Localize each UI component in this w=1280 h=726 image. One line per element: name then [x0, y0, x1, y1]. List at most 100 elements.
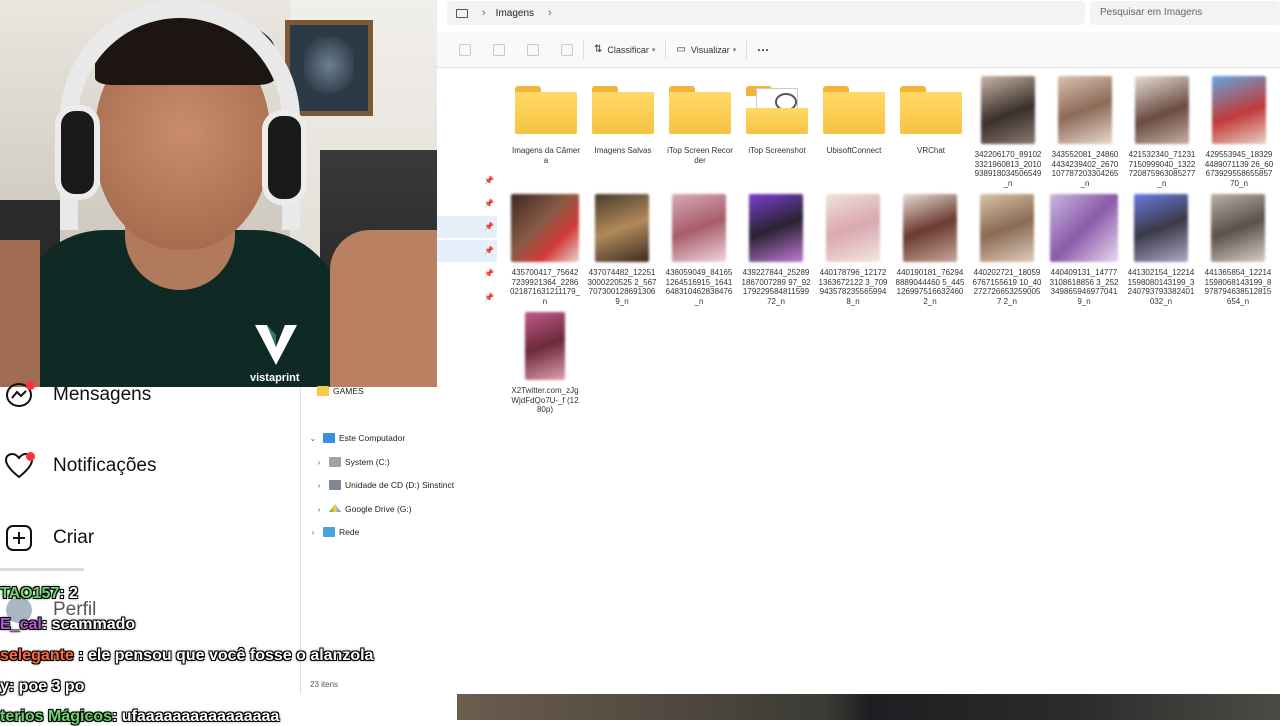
- tree-item-label: GAMES: [333, 386, 364, 396]
- image-file-item[interactable]: 429553945_183294489071139 26_60673929558…: [1204, 76, 1274, 188]
- tree-item-google-drive[interactable]: › Google Drive (G:): [313, 499, 412, 519]
- background-video-strip: [457, 694, 1280, 720]
- monitor-icon: [456, 8, 468, 18]
- chevron-right-icon[interactable]: ›: [313, 505, 325, 514]
- pin-icon[interactable]: 📌: [484, 199, 494, 208]
- image-file-item[interactable]: 440202721_180596767155619 10_40272726653…: [972, 194, 1042, 306]
- file-label: 429553945_183294489071139 26_60673929558…: [1204, 150, 1274, 188]
- file-label: 421532340_712317150999040_13227208759630…: [1128, 150, 1196, 188]
- status-bar: 23 itens: [310, 680, 339, 689]
- file-label: 439227844_252891867007289 97_92179229584…: [741, 268, 811, 306]
- image-file-item[interactable]: 440409131_147773108618856 3_252349865946…: [1049, 194, 1119, 306]
- chevron-right-icon[interactable]: ›: [313, 481, 325, 490]
- image-thumbnail: [981, 76, 1035, 144]
- tree-item-system-c[interactable]: › System (C:): [313, 452, 390, 472]
- image-thumbnail: [1212, 76, 1266, 144]
- chat-message: y: poe 3 po: [0, 678, 84, 696]
- file-label: 441365854_122141598068143199_89787946385…: [1204, 268, 1272, 306]
- headset-earcup-right: [262, 110, 307, 205]
- notification-dot: [26, 381, 35, 390]
- image-file-item[interactable]: 437074482_122513000220525 2_567707300128…: [587, 194, 657, 306]
- chevron-down-icon[interactable]: ⌄: [307, 434, 319, 443]
- chevron-right-icon: ›: [482, 7, 486, 19]
- folder-label: VRChat: [916, 146, 945, 155]
- view-label: Visualizar: [690, 44, 730, 55]
- sort-button[interactable]: ⇅ Classificar ▾: [594, 44, 655, 55]
- chat-message: selegante : ele pensou que você fosse o …: [0, 647, 373, 665]
- toolbar-divider: [583, 40, 584, 59]
- folder-label: Imagens Salvas: [594, 146, 652, 155]
- new-icon[interactable]: [459, 43, 471, 56]
- folder-icon: [900, 86, 962, 134]
- pin-icon[interactable]: 📌: [484, 222, 494, 231]
- image-file-item[interactable]: 441302154_122141598080143199_32407937933…: [1126, 194, 1196, 306]
- folder-icon: [592, 86, 654, 134]
- shirt-brand-text: vistaprint: [250, 372, 300, 384]
- chevron-right-icon: ›: [548, 7, 552, 19]
- tree-item-rede[interactable]: › Rede: [307, 522, 359, 542]
- sidebar-item-mensagens[interactable]: Mensagens: [0, 375, 151, 415]
- folder-with-preview-icon: [746, 86, 808, 134]
- tree-item-este-computador[interactable]: ⌄ Este Computador: [307, 428, 405, 448]
- image-thumbnail: [511, 194, 579, 262]
- copy-icon[interactable]: [493, 43, 505, 56]
- sidebar-item-notificacoes[interactable]: Notificações: [0, 446, 157, 486]
- file-label: 440190181_762948889044460 5_445126997516…: [895, 268, 965, 306]
- folder-item[interactable]: iTop Screen Recorder: [665, 86, 735, 165]
- image-thumbnail: [1050, 194, 1118, 262]
- image-file-item[interactable]: 438059049_841651264516915_16416483104628…: [664, 194, 734, 306]
- webcam-overlay: vistaprint: [0, 0, 437, 387]
- image-file-item[interactable]: 440178796_121721363672122 3_709943578235…: [818, 194, 888, 306]
- view-button[interactable]: ▭ Visualizar ▾: [676, 44, 736, 55]
- folder-item[interactable]: Imagens da Câmera: [511, 86, 581, 165]
- tree-item-games[interactable]: GAMES: [313, 381, 364, 401]
- tree-item-cd-drive[interactable]: › Unidade de CD (D:) Sinstinct: [313, 475, 454, 495]
- folder-item[interactable]: Imagens Salvas: [588, 86, 658, 156]
- image-file-item[interactable]: 440190181_762948889044460 5_445126997516…: [895, 194, 965, 306]
- chat-username: TAO157: [0, 585, 60, 602]
- plus-square-icon: [1, 520, 37, 556]
- sidebar-item-criar[interactable]: Criar: [0, 518, 94, 558]
- chevron-down-icon: ▾: [732, 46, 737, 54]
- instagram-sidebar: Mensagens Notificações Criar Perfil: [0, 381, 283, 720]
- pin-icon[interactable]: 📌: [484, 293, 494, 302]
- folder-label: UbisoftConnect: [826, 146, 882, 155]
- file-label: 343552081_248604434239402_26701077872033…: [1051, 150, 1119, 188]
- chevron-down-icon: ▾: [651, 46, 656, 54]
- chat-username: E_cal: [0, 616, 42, 633]
- pin-icon[interactable]: 📌: [484, 269, 494, 278]
- image-file-item[interactable]: 421532340_712317150999040_13227208759630…: [1127, 76, 1197, 188]
- file-label: 441302154_122141598080143199_32407937933…: [1127, 268, 1195, 306]
- sidebar-item-label: Notificações: [53, 455, 157, 476]
- network-icon: [323, 527, 335, 537]
- image-file-item[interactable]: 343552081_248604434239402_26701077872033…: [1050, 76, 1120, 188]
- chat-text: : scammado: [41, 616, 136, 633]
- image-file-item[interactable]: 342206170_891023321960813_20109389180345…: [973, 76, 1043, 188]
- image-file-item[interactable]: 439227844_252891867007289 97_92179229584…: [741, 194, 811, 306]
- toolbar-divider: [746, 40, 748, 59]
- chevron-right-icon[interactable]: ›: [307, 528, 319, 537]
- sort-icon: ⇅: [594, 44, 603, 55]
- image-thumbnail: [595, 194, 649, 262]
- chat-message: E_cal: scammado: [0, 616, 135, 634]
- pc-icon: [323, 433, 335, 443]
- pin-icon[interactable]: 📌: [484, 246, 494, 255]
- file-label: 440178796_121721363672122 3_709943578235…: [818, 268, 888, 306]
- folder-item[interactable]: VRChat: [896, 86, 966, 156]
- image-file-item[interactable]: 441365854_122141598068143199_89787946385…: [1203, 194, 1273, 306]
- search-input[interactable]: Pesquisar em Imagens: [1090, 1, 1280, 25]
- pin-icon[interactable]: 📌: [484, 176, 494, 185]
- chevron-right-icon[interactable]: ›: [313, 458, 325, 467]
- image-file-item[interactable]: X2Twitter.com_zJgWjdFdQo7U-_f (1280p): [510, 312, 580, 415]
- address-bar[interactable]: › Imagens ›: [447, 1, 1085, 25]
- image-file-item[interactable]: 435700417_756427239921364_22860218716312…: [510, 194, 580, 306]
- share-icon[interactable]: [527, 43, 539, 56]
- more-options-button[interactable]: ···: [757, 43, 769, 57]
- breadcrumb-imagens[interactable]: Imagens: [496, 8, 534, 19]
- delete-icon[interactable]: [561, 43, 573, 56]
- folder-label: iTop Screenshot: [748, 146, 806, 155]
- tree-item-label: System (C:): [345, 457, 390, 467]
- folder-item[interactable]: iTop Screenshot: [742, 86, 812, 156]
- folder-item[interactable]: UbisoftConnect: [819, 86, 889, 156]
- image-thumbnail: [903, 194, 957, 262]
